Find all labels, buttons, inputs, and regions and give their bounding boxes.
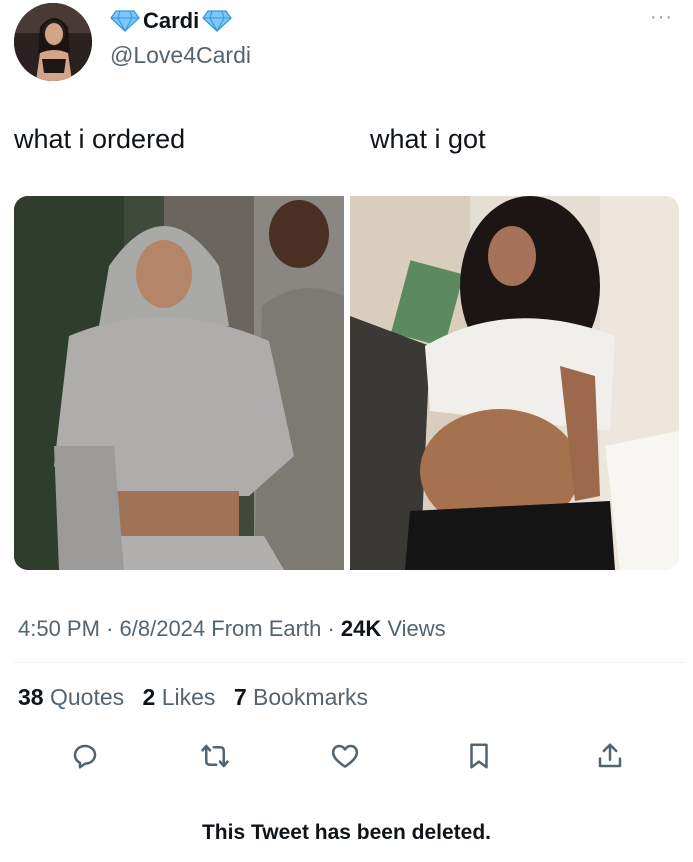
bookmark-button[interactable]: [461, 738, 497, 774]
share-icon: [598, 743, 622, 768]
reply-button[interactable]: [67, 738, 103, 774]
tweet-date[interactable]: 6/8/2024: [120, 616, 206, 641]
photo-left-image: [14, 196, 344, 570]
like-icon: [331, 744, 359, 768]
divider: [14, 662, 686, 663]
deleted-notice: This Tweet has been deleted.: [201, 821, 492, 844]
display-name[interactable]: Cardi: [143, 8, 199, 34]
bookmarks-count: 7: [233, 684, 247, 710]
photo-left[interactable]: [14, 196, 344, 570]
avatar-image: [14, 3, 92, 81]
diamond-icon: [202, 10, 233, 32]
reply-icon: [73, 744, 97, 769]
likes-count: 2: [142, 684, 156, 710]
bookmarks-stat[interactable]: 7 Bookmarks: [234, 684, 368, 710]
likes-stat[interactable]: 2 Likes: [143, 684, 216, 710]
quotes-count: 38: [18, 684, 44, 710]
tweet-time[interactable]: 4:50 PM: [18, 616, 100, 641]
views-label: Views: [387, 616, 446, 641]
share-button[interactable]: [592, 738, 628, 774]
views-count: 24K: [340, 616, 382, 641]
tweet-meta: 4:50 PM · 6/8/2024 From Earth · 24K View…: [18, 616, 446, 642]
meta-separator: ·: [106, 616, 120, 641]
like-button[interactable]: [327, 738, 363, 774]
author-name-row[interactable]: Cardi: [110, 8, 233, 34]
likes-label: Likes: [161, 684, 216, 710]
tweet-source: From Earth: [211, 616, 322, 641]
meta-separator: ·: [327, 616, 341, 641]
quotes-stat[interactable]: 38 Quotes: [18, 684, 124, 710]
more-options-icon[interactable]: ···: [650, 6, 673, 29]
diamond-icon: [110, 10, 140, 32]
bookmarks-label: Bookmarks: [253, 684, 369, 710]
handle[interactable]: @Love4Cardi: [110, 42, 251, 69]
photo-right[interactable]: [350, 196, 679, 570]
caption-right: what i got: [370, 124, 486, 154]
retweet-icon: [201, 744, 229, 768]
avatar[interactable]: [14, 3, 92, 81]
photo-right-image: [350, 196, 679, 570]
bookmark-icon: [470, 743, 488, 769]
engagement-stats: 38 Quotes 2 Likes 7 Bookmarks: [18, 684, 368, 711]
retweet-button[interactable]: [197, 738, 233, 774]
caption-left: what i ordered: [14, 124, 186, 154]
quotes-label: Quotes: [49, 684, 125, 710]
